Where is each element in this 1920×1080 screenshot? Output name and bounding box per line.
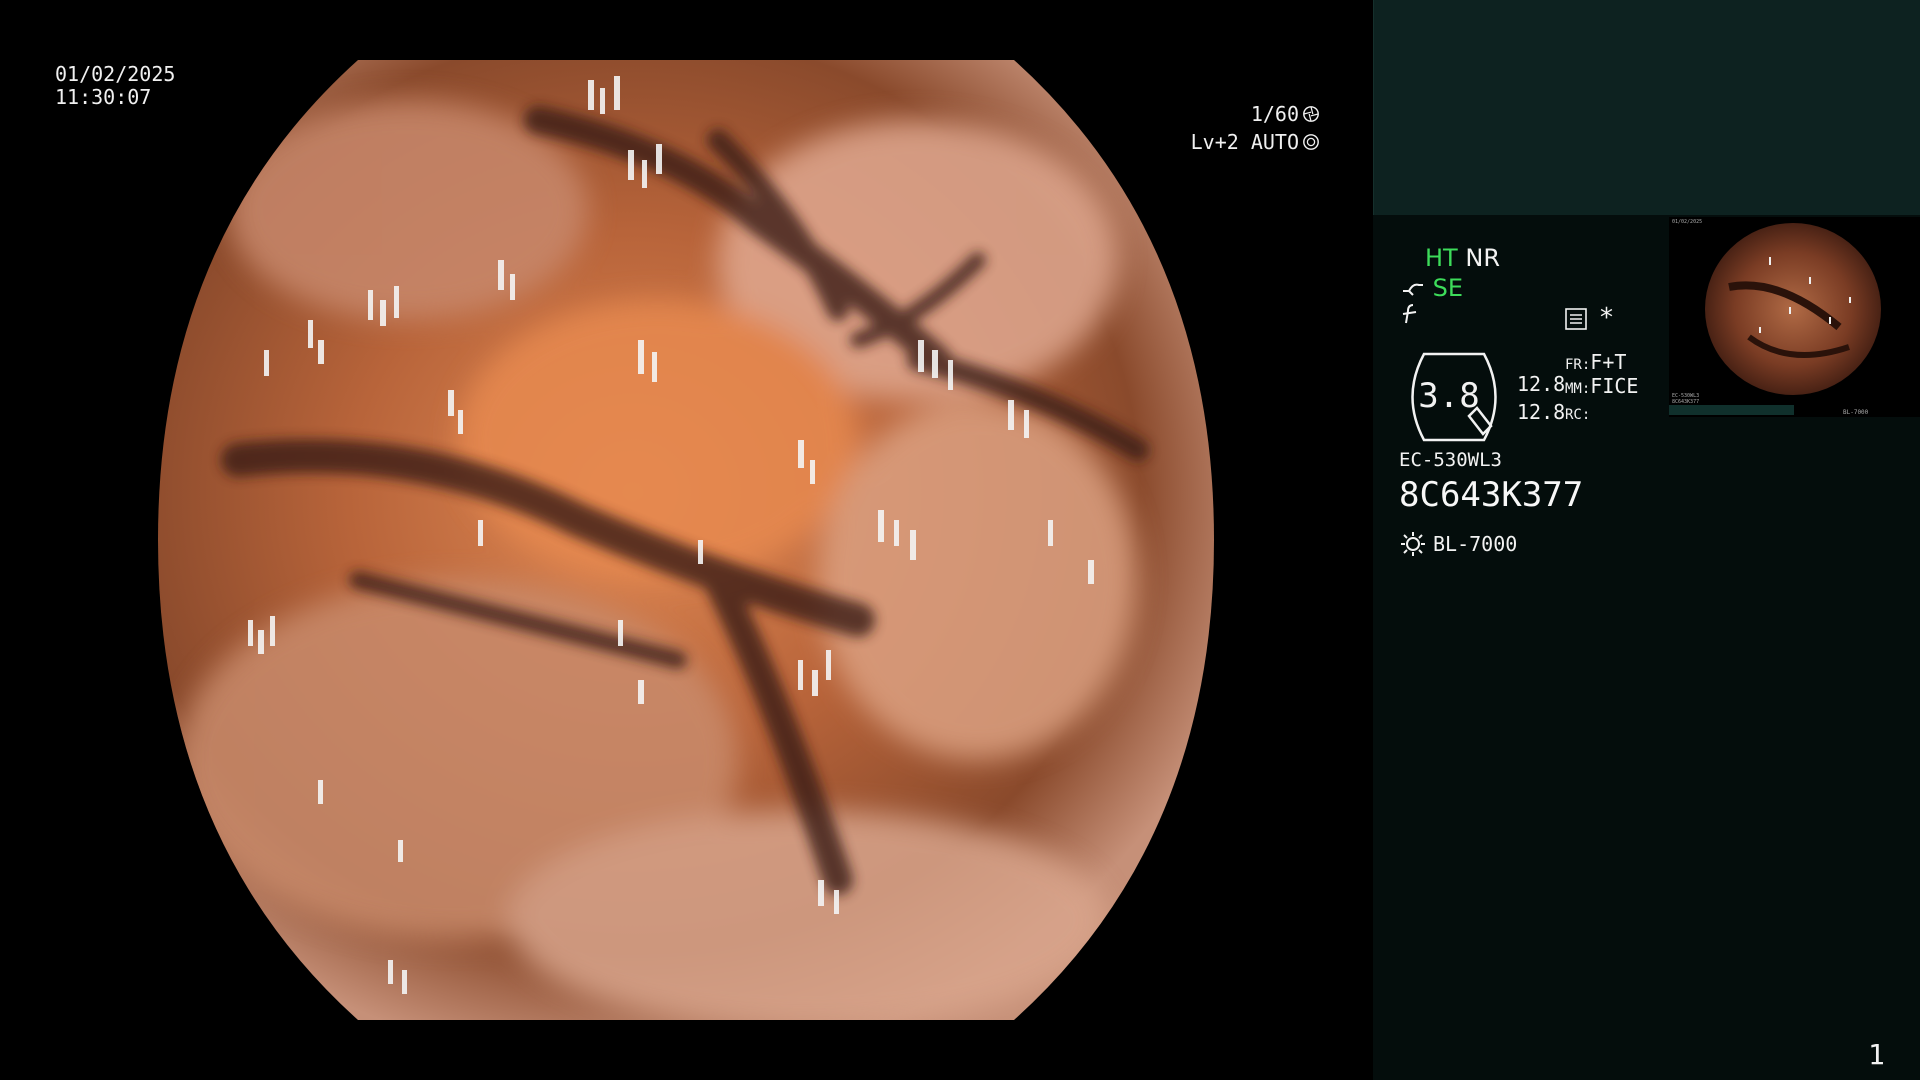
rc-setting: RC: (1565, 400, 1590, 424)
mm-label: MM: (1565, 381, 1591, 397)
shutter-text: 1/60 (1250, 102, 1299, 126)
endoscope-main-view: 01/02/2025 11:30:07 1/60 Lv+2 AUTO (0, 0, 1373, 1080)
menu-list-icon (1565, 308, 1587, 330)
side-panel-header-area (1373, 0, 1920, 215)
setting-value-2: 12.8 (1517, 400, 1566, 424)
mode-ht: HT (1425, 244, 1458, 272)
iris-icon (1303, 134, 1319, 150)
mode-se: SE (1432, 274, 1464, 302)
mode-ht-nr: HT NR (1425, 244, 1500, 272)
endoscopic-image (158, 60, 1214, 1020)
thumbnail-light-source: BL-7000 (1843, 409, 1869, 416)
mode-se-row: SE (1401, 274, 1463, 302)
thumbnail-caption-bar (1669, 405, 1794, 415)
lamp-icon (1401, 532, 1425, 556)
mm-value: FICE (1590, 374, 1639, 398)
previous-capture-thumbnail[interactable] (1669, 217, 1920, 417)
scope-model: EC-530WL3 (1399, 449, 1502, 471)
light-source-text: BL-7000 (1433, 532, 1518, 556)
scope-serial: 8C643K377 (1399, 475, 1584, 515)
filter-f-icon (1401, 303, 1421, 331)
page-number: 1 (1868, 1038, 1885, 1071)
setting-value-1: 12.8 (1517, 372, 1566, 396)
thumbnail-date: 01/02/2025 (1672, 219, 1703, 225)
shutter-icon (1303, 106, 1319, 122)
star-mark: * (1600, 303, 1613, 333)
thumbnail-scope-info: EC-530WL3 8C643K377 (1672, 393, 1699, 405)
mode-nr: NR (1465, 244, 1500, 272)
thumbnail-serial: 8C643K377 (1672, 399, 1700, 405)
scope-bend-icon (1403, 283, 1423, 296)
fr-value: F+T (1590, 350, 1627, 374)
fr-setting: FR:F+T (1565, 350, 1626, 374)
rc-label: RC: (1565, 407, 1591, 423)
zoom-value: 3.8 (1418, 376, 1480, 416)
light-source-row: BL-7000 (1399, 530, 1517, 558)
status-side-panel: HT NR SE * 3.8 12.8 12.8 FR:F+T MM:FICE … (1373, 0, 1920, 1080)
mm-setting: MM:FICE (1565, 374, 1638, 398)
fr-label: FR: (1565, 357, 1591, 373)
